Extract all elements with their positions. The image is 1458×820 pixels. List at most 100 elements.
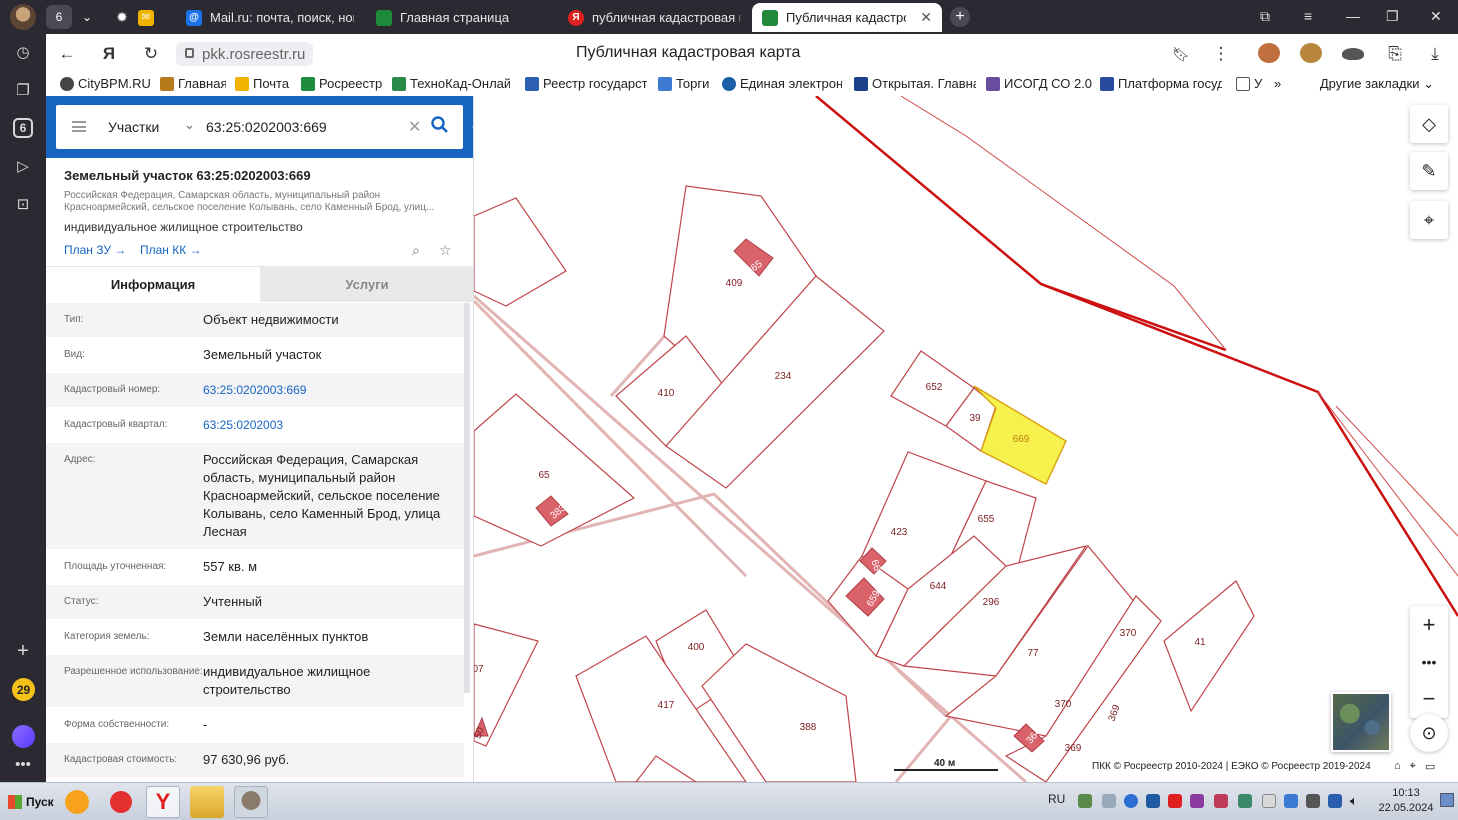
download-icon[interactable]: ⤓ [1424,43,1446,65]
tray-icon[interactable] [1306,794,1320,808]
system-clock[interactable]: 10:13 22.05.2024 [1378,786,1434,816]
plan-zu-link[interactable]: План ЗУ → [64,243,126,257]
find-on-map-icon[interactable]: ⌕ [412,242,420,259]
search-input[interactable]: 63:25:0202003:669 [206,119,327,135]
zoom-out-button[interactable]: − [1410,680,1448,717]
parcels-layer[interactable] [473,185,1255,782]
extension-icon[interactable] [1300,43,1322,63]
bookmark-item[interactable]: Платформа госуд [1100,76,1222,91]
tray-icon[interactable] [1102,794,1116,808]
new-tab-button[interactable]: + [950,7,970,27]
tab-mailru[interactable]: @ Mail.ru: почта, поиск, ново [176,3,364,32]
clear-icon[interactable]: ✕ [408,117,421,137]
window-close-icon[interactable]: ✕ [1430,8,1442,25]
bookmark-icon[interactable]: 🔖︎ [1170,43,1192,65]
attribute-link[interactable]: 63:25:0202003 [203,408,464,442]
url-field[interactable]: pkk.rosreestr.ru [176,42,314,66]
bookmark-item[interactable]: У [1236,76,1266,91]
tab-yandex-search[interactable]: Я публичная кадастровая к [558,3,750,32]
app-icon[interactable] [104,786,138,818]
notifications-badge[interactable]: 29 [12,678,35,701]
back-icon[interactable]: ← [56,43,78,65]
collapse-panel-icon[interactable]: ‹ [472,118,473,134]
fullscreen-icon[interactable]: ▭ [1425,760,1435,773]
app-icon[interactable] [60,786,94,818]
attribute-link[interactable]: 63:25:0202003:669 [203,373,464,407]
extension-icon[interactable] [1342,48,1364,60]
tab-information[interactable]: Информация [46,266,260,302]
add-panel-icon[interactable]: + [9,637,37,665]
chevron-down-icon[interactable]: ⌄ [76,5,98,29]
bookmark-item[interactable]: Единая электрон [722,76,842,91]
tab-pkk-active[interactable]: Публичная кадастрова ✕ [752,3,942,32]
crosshair-icon[interactable]: ⌖ [1410,760,1416,773]
show-desktop-button[interactable] [1440,793,1454,807]
app-icon[interactable] [234,786,268,818]
tabs-icon[interactable]: 6 [9,114,37,142]
home-icon[interactable]: ⌂ [1394,760,1401,773]
bookmark-item[interactable]: Росреестр [301,76,383,91]
language-indicator[interactable]: RU [1048,792,1065,806]
tray-icon[interactable] [1078,794,1092,808]
yandex-browser-taskbar-icon[interactable]: Y [146,786,180,818]
other-bookmarks-button[interactable]: Другие закладки ⌄ [1320,76,1434,92]
bookmark-tabs-icon[interactable]: ⧉ [1260,8,1270,25]
collections-icon[interactable]: ❐ [9,76,37,104]
zoom-more-button[interactable]: ••• [1410,643,1448,680]
bookmark-item[interactable]: ТехноКад-Онлайн [392,76,510,91]
tray-icon[interactable] [1190,794,1204,808]
tray-icon[interactable] [1262,794,1276,808]
close-icon[interactable]: ✕ [920,9,932,26]
bookmark-item[interactable]: Почта [235,76,293,91]
layers-button[interactable]: ◇ [1410,105,1448,143]
tab-extensions[interactable]: ✹ ✉ [104,3,170,32]
bookmark-item[interactable]: Главная [160,76,226,91]
search-box[interactable]: Участки ⌄ 63:25:0202003:669 ✕ [56,105,463,149]
bookmark-item[interactable]: Торги [658,76,712,91]
locate-button[interactable]: ⌖ [1410,201,1448,239]
plan-kk-link[interactable]: План КК → [140,243,202,257]
kebab-menu-icon[interactable]: ⋮ [1210,43,1232,65]
minimap-thumbnail[interactable] [1331,692,1391,752]
video-icon[interactable]: ▷ [9,152,37,180]
measure-ruler-button[interactable]: ✎ [1410,152,1448,190]
menu-icon[interactable]: ≡ [1304,8,1312,24]
bookmark-item[interactable]: Открытая. Главна [854,76,976,91]
network-icon[interactable] [1328,794,1342,808]
history-icon[interactable]: ◷ [9,38,37,66]
tray-icon[interactable] [1238,794,1252,808]
tab-home[interactable]: Главная страница [366,3,556,32]
minimize-icon[interactable]: — [1346,8,1360,24]
search-icon[interactable] [430,115,450,135]
folder-icon[interactable] [190,786,224,818]
tab-group-count[interactable]: 6 [46,5,72,29]
bookmark-item[interactable]: CityBPM.RU [60,76,156,91]
tab-services[interactable]: Услуги [260,266,473,302]
more-icon[interactable]: ••• [9,750,37,778]
star-icon[interactable]: ☆ [439,242,452,259]
alice-icon[interactable] [12,725,35,748]
search-category-select[interactable]: Участки [108,119,159,135]
yandex-home-icon[interactable]: Я [98,43,120,65]
reload-icon[interactable]: ↻ [140,43,162,65]
volume-icon[interactable]: 🔈︎ [1350,794,1364,808]
bookmark-item[interactable]: Реестр государств [525,76,647,91]
screenshot-icon[interactable]: ⊡ [9,190,37,218]
zoom-in-button[interactable]: + [1410,606,1448,643]
tray-icon[interactable] [1214,794,1228,808]
compass-button[interactable]: ⊙ [1410,714,1448,752]
bookmarks-more-button[interactable]: » [1274,76,1281,91]
tray-icon[interactable] [1146,794,1160,808]
start-button[interactable]: Пуск [2,787,60,817]
hamburger-icon[interactable] [72,121,86,132]
restore-icon[interactable]: ❐ [1386,8,1399,25]
bookmark-item[interactable]: ИСОГД СО 2.0 [986,76,1092,91]
tray-icon[interactable] [1124,794,1138,808]
extension-icon[interactable] [1258,43,1280,63]
profile-avatar[interactable] [10,4,36,30]
panel-scrollbar[interactable] [464,303,470,693]
tray-icon[interactable] [1284,794,1298,808]
translate-icon[interactable]: ⎘ [1384,43,1406,65]
chevron-down-icon[interactable]: ⌄ [184,117,195,133]
tray-icon[interactable] [1168,794,1182,808]
